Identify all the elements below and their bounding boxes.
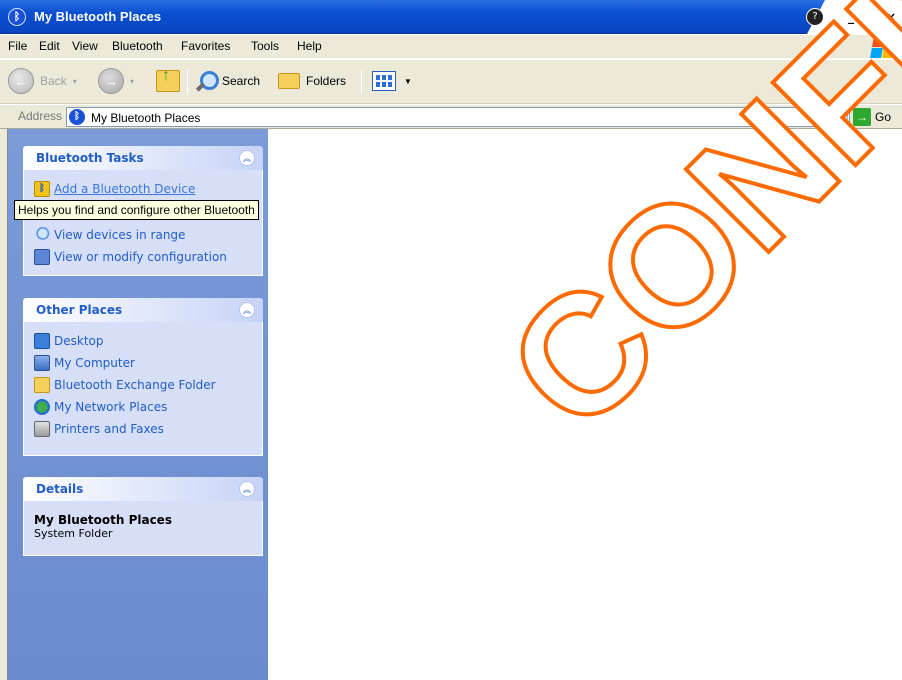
toolbar-separator (361, 70, 362, 94)
place-label: My Network Places (54, 400, 168, 414)
back-dropdown-icon: ▾ (72, 76, 77, 86)
desktop-icon (34, 333, 50, 349)
details-panel: Details ︽ My Bluetooth Places System Fol… (23, 477, 263, 556)
task-label: View or modify configuration (54, 250, 227, 264)
menu-help[interactable]: Help (297, 39, 322, 53)
bluetooth-tasks-header[interactable]: Bluetooth Tasks ︽ (23, 146, 263, 170)
address-input[interactable]: ᛒ My Bluetooth Places (66, 107, 850, 127)
details-type: System Folder (34, 527, 113, 540)
magnifier-icon (34, 227, 50, 243)
my-computer-link[interactable]: My Computer (34, 352, 252, 374)
back-arrow-icon: ← (8, 68, 34, 94)
forward-dropdown-icon: ▾ (130, 76, 135, 86)
menu-favorites[interactable]: Favorites (181, 39, 230, 53)
details-header[interactable]: Details ︽ (23, 477, 263, 501)
back-label: Back (40, 74, 67, 88)
windows-logo-icon (870, 36, 896, 58)
bluetooth-exchange-folder-link[interactable]: Bluetooth Exchange Folder (34, 374, 252, 396)
back-button[interactable]: ← Back ▾ (8, 67, 77, 95)
minimize-button[interactable]: _ (844, 10, 858, 24)
address-bar: Address ᛒ My Bluetooth Places ▼ → Go (0, 105, 902, 129)
go-label: Go (875, 110, 892, 124)
folders-icon (278, 73, 300, 89)
details-title: Details (36, 482, 84, 496)
bluetooth-tasks-body: ᛒ Add a Bluetooth Device View devices in… (23, 170, 263, 276)
forward-arrow-icon: → (98, 68, 124, 94)
content-area[interactable] (268, 129, 902, 680)
go-arrow-icon: → (853, 108, 871, 126)
menu-view[interactable]: View (72, 39, 98, 53)
other-places-header[interactable]: Other Places ︽ (23, 298, 263, 322)
printer-icon (34, 421, 50, 437)
place-label: Desktop (54, 334, 104, 348)
toolbar-separator (187, 70, 188, 94)
folders-button[interactable]: Folders (278, 67, 346, 95)
configuration-icon (34, 249, 50, 265)
views-dropdown-icon: ▼ (404, 76, 412, 86)
my-computer-icon (34, 355, 50, 371)
collapse-icon[interactable]: ︽ (239, 302, 255, 318)
bluetooth-device-icon: ᛒ (34, 181, 50, 197)
up-button[interactable]: ↑ (156, 67, 180, 95)
search-label: Search (222, 74, 261, 88)
task-label: Add a Bluetooth Device (54, 182, 196, 196)
views-button[interactable]: ▼ (372, 67, 412, 95)
forward-button[interactable]: → ▾ (98, 67, 134, 95)
help-icon[interactable]: ? (806, 8, 824, 26)
place-label: My Computer (54, 356, 135, 370)
toolbar: ← Back ▾ → ▾ ↑ Search Folders ▼ (0, 60, 902, 104)
address-value: My Bluetooth Places (91, 111, 201, 125)
up-folder-icon: ↑ (156, 67, 180, 92)
address-dropdown-icon[interactable]: ▼ (832, 109, 848, 125)
collapse-icon[interactable]: ︽ (239, 481, 255, 497)
go-button[interactable]: → Go (853, 108, 891, 126)
close-button[interactable]: × (884, 10, 898, 24)
printers-and-faxes-link[interactable]: Printers and Faxes (34, 418, 252, 440)
view-devices-in-range-link[interactable]: View devices in range (34, 224, 252, 246)
details-body: My Bluetooth Places System Folder (23, 501, 263, 556)
tooltip: Helps you find and configure other Bluet… (14, 200, 259, 220)
my-network-places-link[interactable]: My Network Places (34, 396, 252, 418)
desktop-link[interactable]: Desktop (34, 330, 252, 352)
search-icon (196, 71, 219, 91)
add-bluetooth-device-link[interactable]: ᛒ Add a Bluetooth Device (34, 178, 252, 200)
menu-tools[interactable]: Tools (251, 39, 279, 53)
folders-label: Folders (306, 74, 347, 88)
other-places-title: Other Places (36, 303, 123, 317)
window-frame-left (0, 129, 8, 680)
other-places-panel: Other Places ︽ Desktop My Computer Bluet… (23, 298, 263, 456)
maximize-button[interactable]: □ (864, 10, 878, 24)
details-name: My Bluetooth Places (34, 513, 172, 527)
menu-edit[interactable]: Edit (39, 39, 60, 53)
place-label: Bluetooth Exchange Folder (54, 378, 216, 392)
menu-bluetooth[interactable]: Bluetooth (112, 39, 163, 53)
menu-bar: File Edit View Bluetooth Favorites Tools… (0, 35, 902, 59)
views-icon (372, 71, 396, 91)
folder-icon (34, 377, 50, 393)
place-label: Printers and Faxes (54, 422, 164, 436)
menu-file[interactable]: File (8, 39, 27, 53)
network-places-icon (34, 399, 50, 415)
task-label: View devices in range (54, 228, 186, 242)
window-title: My Bluetooth Places (34, 9, 162, 24)
other-places-body: Desktop My Computer Bluetooth Exchange F… (23, 322, 263, 456)
bluetooth-tasks-title: Bluetooth Tasks (36, 151, 144, 165)
collapse-icon[interactable]: ︽ (239, 150, 255, 166)
view-modify-configuration-link[interactable]: View or modify configuration (34, 246, 252, 268)
address-label: Address (18, 109, 63, 123)
title-bar: ᛒ My Bluetooth Places ? _ □ × (0, 0, 902, 34)
search-button[interactable]: Search (196, 67, 260, 95)
bluetooth-icon: ᛒ (8, 8, 26, 26)
bluetooth-icon: ᛒ (69, 109, 85, 125)
